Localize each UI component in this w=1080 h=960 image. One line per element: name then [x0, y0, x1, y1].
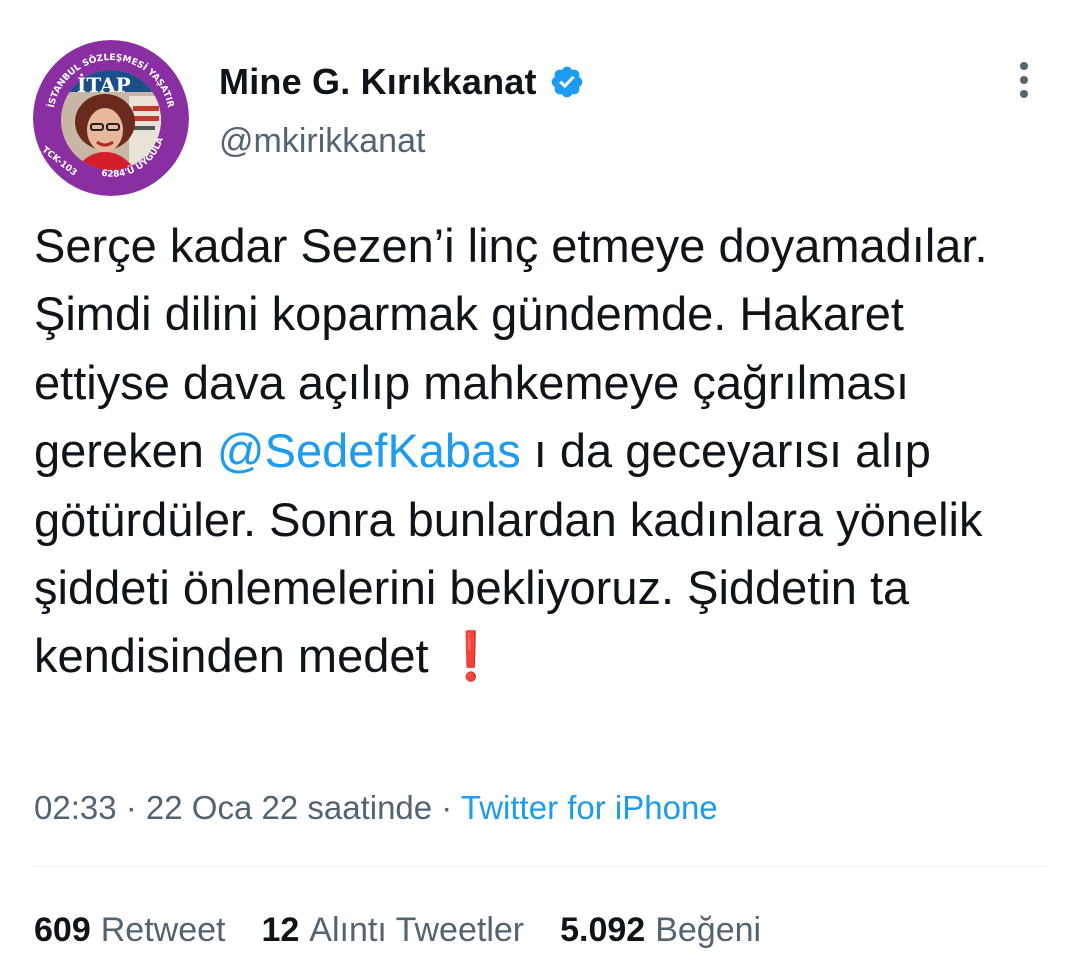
tweet-card: İTAP İSTANBUL SÖZLEŞMESİ YAŞATIR TCK-103…	[0, 0, 1080, 960]
tweet-time[interactable]: 02:33	[34, 789, 117, 826]
meta-separator: ·	[116, 789, 146, 826]
tweet-date[interactable]: 22 Oca 22 saatinde	[146, 789, 432, 826]
avatar-sign: İTAP	[77, 73, 131, 97]
author-name[interactable]: Mine G. Kırıkkanat	[219, 60, 585, 104]
tweet-text: Serçe kadar Sezen’i linç etmeye doyamadı…	[34, 212, 1044, 691]
avatar-image: İTAP İSTANBUL SÖZLEŞMESİ YAŞATIR TCK-103…	[33, 40, 189, 196]
tweet-source-link[interactable]: Twitter for iPhone	[461, 789, 718, 826]
tweet-meta: 02:33 · 22 Oca 22 saatinde · Twitter for…	[34, 786, 718, 830]
author-name-text: Mine G. Kırıkkanat	[219, 61, 537, 102]
avatar[interactable]: İTAP İSTANBUL SÖZLEŞMESİ YAŞATIR TCK-103…	[33, 40, 189, 196]
tweet-stats: 609 Retweet 12 Alıntı Tweetler 5.092 Beğeni	[34, 908, 761, 952]
mention-link[interactable]: @SedefKabas	[217, 424, 521, 477]
author-handle[interactable]: @mkirikkanat	[219, 120, 425, 162]
quotes-stat[interactable]: 12 Alıntı Tweetler	[261, 908, 524, 952]
exclamation-emoji: ❗	[441, 629, 501, 683]
meta-separator: ·	[432, 789, 461, 826]
likes-stat[interactable]: 5.092 Beğeni	[560, 908, 761, 952]
verified-badge-icon	[549, 64, 585, 100]
divider	[34, 866, 1046, 867]
more-vertical-icon[interactable]	[1006, 58, 1042, 102]
retweets-stat[interactable]: 609 Retweet	[34, 908, 225, 952]
